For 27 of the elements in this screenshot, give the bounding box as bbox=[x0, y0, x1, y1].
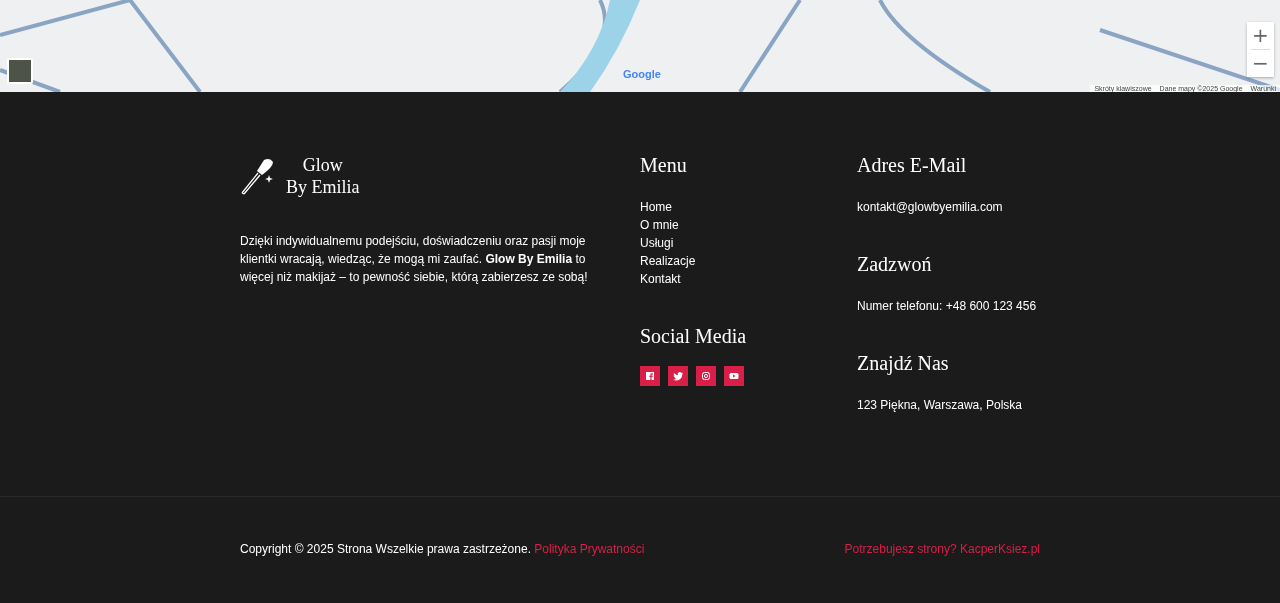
zoom-in-button[interactable]: + bbox=[1247, 22, 1274, 49]
zoom-out-button[interactable]: − bbox=[1247, 50, 1274, 77]
youtube-icon[interactable] bbox=[724, 366, 744, 386]
social-media-heading: Social Media bbox=[640, 325, 747, 348]
contact-text: kontakt@glowbyemilia.com bbox=[857, 199, 1004, 215]
brand-name: Glow bbox=[302, 154, 343, 176]
contact-heading: Znajdź Nas bbox=[857, 352, 949, 375]
menu-link[interactable]: Usługi bbox=[640, 235, 674, 251]
map-logo: Google bbox=[623, 68, 661, 80]
makeup-brush-icon bbox=[240, 157, 276, 195]
menu-link[interactable]: Home bbox=[640, 199, 672, 215]
copyright-text: Copyright © 2025 Strona Wszelkie prawa zastrzeżone. Polityka Prywatności bbox=[240, 541, 645, 557]
privacy-policy-link[interactable]: Polityka Prywatności bbox=[534, 542, 645, 556]
menu-link[interactable]: O mnie bbox=[640, 217, 679, 233]
contact-text: Numer telefonu: +48 600 123 456 bbox=[857, 298, 1038, 314]
menu-heading: Menu bbox=[640, 154, 687, 177]
menu-link[interactable]: Realizacje bbox=[640, 253, 696, 269]
brand-description: Dzięki indywidualnemu podejściu, doświadczeniu oraz pasji moje klientki wracają, wiedząc, że mogą mi zaufać. Glow By Emilia to więcej niż makijaż – to pewność siebie, którą zabierzesz ze sobą! bbox=[240, 233, 589, 286]
brand-name: By Emilia bbox=[286, 176, 360, 198]
twitter-icon[interactable] bbox=[668, 366, 688, 386]
instagram-icon[interactable] bbox=[696, 366, 716, 386]
menu-link[interactable]: Kontakt bbox=[640, 271, 681, 287]
contact-text: 123 Piękna, Warszawa, Polska bbox=[857, 397, 1023, 413]
contact-heading: Adres E-Mail bbox=[857, 154, 967, 177]
contact-heading: Zadzwoń bbox=[857, 253, 932, 276]
facebook-icon[interactable] bbox=[640, 366, 660, 386]
credit-link[interactable]: Potrzebujesz strony? KacperKsiez.pl bbox=[844, 541, 1040, 557]
